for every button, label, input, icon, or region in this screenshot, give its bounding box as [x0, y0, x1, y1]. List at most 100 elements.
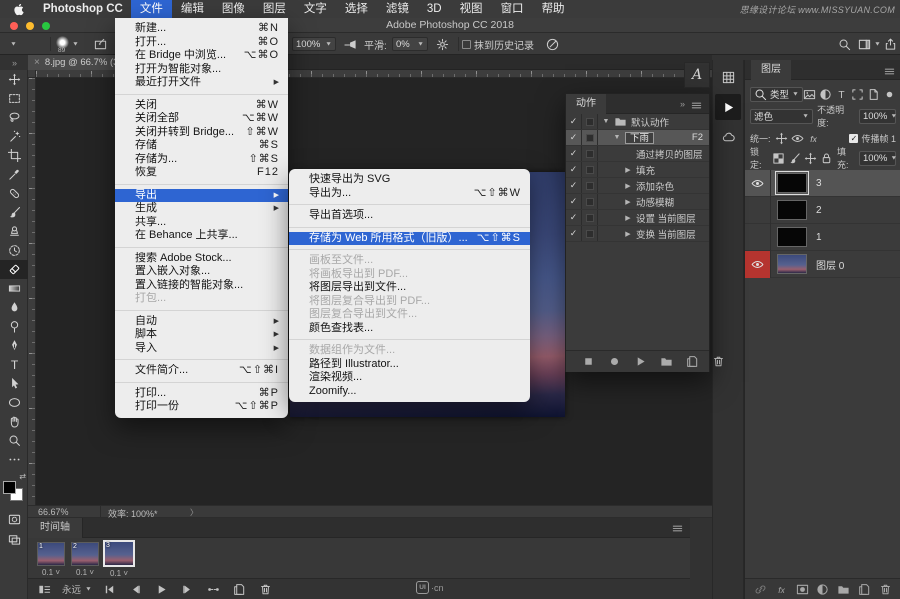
tween-button[interactable] [206, 583, 222, 596]
spot-healing-brush-tool[interactable] [0, 184, 28, 203]
action-check-icon[interactable]: ✓ [566, 130, 582, 145]
eyedropper-tool[interactable] [0, 165, 28, 184]
caret-icon[interactable]: ▶ [624, 198, 632, 206]
menubar-item-滤镜[interactable]: 滤镜 [377, 0, 418, 18]
file-menu-item[interactable]: 导入▶ [115, 342, 288, 356]
menubar-item-选择[interactable]: 选择 [336, 0, 377, 18]
layer-row[interactable]: 3 [745, 170, 900, 197]
path-selection-tool[interactable] [0, 374, 28, 393]
export-submenu-item[interactable]: 将图层导出到文件... [289, 281, 530, 295]
action-row[interactable]: ✓▶动感模糊 [566, 194, 709, 210]
layer-name[interactable]: 1 [816, 232, 822, 243]
layer-thumbnail[interactable] [777, 254, 807, 274]
layer-thumbnail[interactable] [777, 227, 807, 247]
search-icon[interactable] [838, 33, 851, 55]
export-submenu-item[interactable]: 颜色查找表... [289, 322, 530, 336]
file-menu-item[interactable]: 打印...⌘P [115, 387, 288, 401]
lock-position-icon[interactable] [804, 152, 817, 165]
creative-cloud-icon[interactable] [715, 124, 741, 150]
layer-visibility-toggle[interactable] [745, 197, 771, 224]
first-frame-button[interactable] [102, 583, 118, 596]
glyphs-panel-icon[interactable]: A [684, 62, 710, 88]
menubar-item-编辑[interactable]: 编辑 [172, 0, 213, 18]
new-action-set-icon[interactable] [660, 355, 673, 368]
unify-position-icon[interactable] [775, 132, 788, 145]
file-menu-item[interactable]: 在 Behance 上共享... [115, 229, 288, 243]
lock-all-icon[interactable] [820, 152, 833, 165]
file-menu-item[interactable]: 打包... [115, 292, 288, 306]
file-menu-item[interactable]: 自动▶ [115, 315, 288, 329]
menubar-item-文字[interactable]: 文字 [295, 0, 336, 18]
color-swatches[interactable]: ⇄ [3, 478, 25, 502]
action-row[interactable]: ✓▼默认动作 [566, 114, 709, 130]
action-dialog-toggle[interactable] [582, 194, 598, 209]
timeline-menu-icon[interactable] [671, 522, 684, 535]
action-check-icon[interactable]: ✓ [566, 146, 582, 161]
menubar-item-帮助[interactable]: 帮助 [533, 0, 574, 18]
new-action-icon[interactable] [686, 355, 699, 368]
animation-frame[interactable]: 20.1 ˅ [68, 542, 102, 577]
gradient-tool[interactable] [0, 279, 28, 298]
file-menu-item[interactable]: 存储为...⇧⌘S [115, 153, 288, 167]
collapse-panels-icon[interactable]: » [0, 55, 28, 70]
layers-tab[interactable]: 图层 [751, 60, 791, 80]
action-dialog-toggle[interactable] [582, 146, 598, 161]
stop-recording-icon[interactable] [582, 355, 595, 368]
action-check-icon[interactable]: ✓ [566, 194, 582, 209]
file-menu-item[interactable]: 置入链接的智能对象... [115, 279, 288, 293]
dodge-tool[interactable] [0, 317, 28, 336]
zoom-level[interactable]: 66.67% [38, 507, 69, 517]
file-menu-item[interactable]: 最近打开文件▶ [115, 76, 288, 90]
layer-name[interactable]: 2 [816, 205, 822, 216]
zoom-tool[interactable] [0, 431, 28, 450]
layer-visibility-toggle[interactable] [745, 224, 771, 251]
filter-toggle-icon[interactable] [883, 88, 896, 101]
file-menu-item[interactable]: 在 Bridge 中浏览...⌥⌘O [115, 49, 288, 63]
export-submenu-item[interactable]: 路径到 Illustrator... [289, 358, 530, 372]
clone-stamp-tool[interactable] [0, 222, 28, 241]
new-layer-icon[interactable] [858, 583, 871, 596]
crop-tool[interactable] [0, 146, 28, 165]
filter-shape-layers-icon[interactable] [851, 88, 864, 101]
export-submenu-item[interactable]: 画板至文件... [289, 254, 530, 268]
file-menu-item[interactable]: 关闭⌘W [115, 99, 288, 113]
lock-transparency-icon[interactable] [772, 152, 785, 165]
history-brush-tool[interactable] [0, 241, 28, 260]
layer-thumbnail[interactable] [777, 200, 807, 220]
convert-timeline-icon[interactable] [36, 583, 52, 596]
hand-tool[interactable] [0, 412, 28, 431]
pen-tool[interactable] [0, 336, 28, 355]
type-tool[interactable]: T [0, 355, 28, 374]
caret-icon[interactable]: ▼ [602, 118, 610, 125]
frame-delay-selector[interactable]: 0.1 ˅ [34, 568, 68, 577]
propagate-checkbox[interactable]: ✓ [849, 134, 858, 143]
quick-mask-icon[interactable] [0, 510, 28, 528]
export-submenu-item[interactable]: 数据组作为文件... [289, 344, 530, 358]
layer-style-icon[interactable]: fx [775, 583, 788, 596]
ellipse-tool[interactable] [0, 393, 28, 412]
action-row[interactable]: ✓▶添加杂色 [566, 178, 709, 194]
frame-thumbnail[interactable]: 3 [103, 540, 135, 567]
menubar-item-文件[interactable]: 文件 [131, 0, 172, 18]
file-menu-item[interactable]: 文件简介...⌥⇧⌘I [115, 364, 288, 378]
duplicate-frame-button[interactable] [232, 583, 248, 596]
action-dialog-toggle[interactable] [582, 178, 598, 193]
layer-name[interactable]: 图层 0 [816, 257, 844, 272]
play-action-icon[interactable] [634, 355, 647, 368]
erase-to-history-checkbox[interactable]: 抹到历史记录 [462, 33, 534, 55]
action-check-icon[interactable]: ✓ [566, 226, 582, 241]
file-menu-item[interactable]: 共享... [115, 216, 288, 230]
frame-thumbnail[interactable]: 1 [37, 542, 65, 566]
lasso-tool[interactable] [0, 108, 28, 127]
foreground-color[interactable] [3, 481, 16, 494]
animation-frame[interactable]: 30.1 ˅ [102, 542, 136, 578]
file-menu-item[interactable]: 置入嵌入对象... [115, 265, 288, 279]
brush-settings-toggle-icon[interactable] [94, 33, 107, 55]
rectangular-marquee-tool[interactable] [0, 89, 28, 108]
file-menu-item[interactable]: 生成▶ [115, 202, 288, 216]
add-mask-icon[interactable] [796, 583, 809, 596]
menubar-item-图层[interactable]: 图层 [254, 0, 295, 18]
close-tab-icon[interactable]: × [34, 57, 40, 68]
layer-row[interactable]: 图层 0 [745, 251, 900, 278]
layer-thumbnail[interactable] [777, 173, 807, 193]
